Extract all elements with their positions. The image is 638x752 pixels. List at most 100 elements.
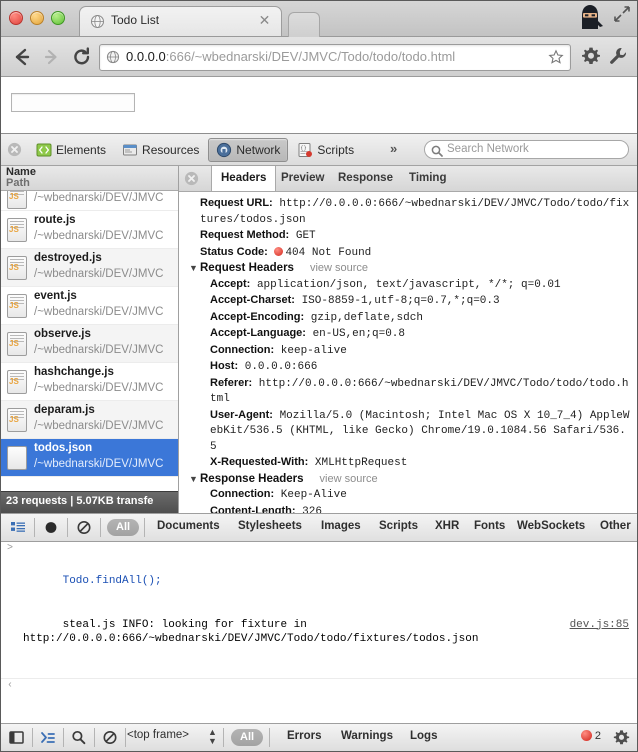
table-row[interactable]: JS route.js /~wbednarski/DEV/JMVC bbox=[1, 211, 178, 249]
clear-icon[interactable] bbox=[75, 519, 93, 536]
header-value: 326 bbox=[302, 505, 322, 514]
request-path: /~wbednarski/DEV/JMVC bbox=[34, 230, 164, 242]
request-name: destroyed.js bbox=[34, 252, 102, 264]
header-item: X-Requested-With: XMLHttpRequest bbox=[187, 455, 631, 472]
request-headers-view-source[interactable]: view source bbox=[310, 262, 368, 274]
table-row[interactable]: JS event.js /~wbednarski/DEV/JMVC bbox=[1, 287, 178, 325]
header-value: application/json, text/javascript, */*; … bbox=[256, 278, 561, 291]
request-url-row: Request URL: http://0.0.0.0:666/~wbednar… bbox=[187, 196, 631, 228]
filter-all-button[interactable]: All bbox=[107, 519, 140, 536]
header-item: Referer: http://0.0.0.0:666/~wbednarski/… bbox=[187, 376, 631, 408]
larger-rows-icon[interactable] bbox=[9, 519, 27, 536]
tab-network-label: Network bbox=[236, 142, 281, 157]
minimize-window-dot[interactable] bbox=[30, 11, 44, 25]
triangle-down-icon[interactable]: ▼ bbox=[189, 261, 198, 277]
filter-stylesheets[interactable]: Stylesheets bbox=[238, 520, 302, 532]
new-tab-button[interactable] bbox=[288, 12, 320, 37]
divider bbox=[223, 728, 224, 747]
close-icon[interactable]: ✕ bbox=[258, 13, 271, 27]
forward-arrow-icon[interactable] bbox=[41, 46, 63, 68]
bookmark-star-icon[interactable] bbox=[548, 49, 564, 65]
console-info-text: steal.js INFO: looking for fixture in ht… bbox=[23, 618, 479, 646]
zoom-window-dot[interactable] bbox=[51, 11, 65, 25]
tab-preview[interactable]: Preview bbox=[272, 166, 333, 191]
ninja-extension-icon[interactable] bbox=[575, 3, 605, 35]
address-bar-path: :666/~wbednarski/DEV/JMVC/Todo/todo/todo… bbox=[165, 49, 456, 64]
back-arrow-icon[interactable] bbox=[11, 46, 33, 68]
header-key: Connection: bbox=[210, 488, 275, 500]
tab-scripts[interactable]: {} Scripts bbox=[290, 138, 361, 162]
status-code-label: Status Code: bbox=[200, 245, 268, 258]
dock-icon[interactable] bbox=[8, 729, 26, 746]
header-value: keep-alive bbox=[280, 344, 347, 357]
close-icon[interactable] bbox=[184, 171, 199, 186]
table-row[interactable]: JS observe.js /~wbednarski/DEV/JMVC bbox=[1, 325, 178, 363]
browser-titlebar: Todo List ✕ bbox=[1, 1, 637, 37]
response-headers-section[interactable]: ▼ Response Headers view source bbox=[187, 472, 631, 488]
error-count-badge[interactable]: 2 bbox=[580, 730, 601, 742]
console-icon[interactable] bbox=[39, 729, 57, 746]
browser-tab[interactable]: Todo List ✕ bbox=[79, 6, 282, 36]
header-item: Accept-Language: en-US,en;q=0.8 bbox=[187, 326, 631, 343]
response-headers-view-source[interactable]: view source bbox=[320, 473, 378, 485]
column-header-path: Path bbox=[6, 177, 30, 189]
wrench-icon[interactable] bbox=[608, 46, 628, 66]
address-bar[interactable]: 0.0.0.0:666/~wbednarski/DEV/JMVC/Todo/to… bbox=[99, 44, 571, 71]
filter-scripts[interactable]: Scripts bbox=[379, 520, 418, 532]
filter-images[interactable]: Images bbox=[321, 520, 361, 532]
panels-overflow-button[interactable]: » bbox=[390, 141, 397, 157]
filter-xhr[interactable]: XHR bbox=[435, 520, 459, 532]
table-row[interactable]: JS /~wbednarski/DEV/JMVC bbox=[1, 191, 178, 211]
console-filter-logs[interactable]: Logs bbox=[410, 730, 437, 742]
request-headers-section[interactable]: ▼ Request Headers view source bbox=[187, 261, 631, 277]
gear-icon[interactable] bbox=[581, 46, 601, 66]
request-path: /~wbednarski/DEV/JMVC bbox=[34, 458, 164, 470]
header-value: http://0.0.0.0:666/~wbednarski/DEV/JMVC/… bbox=[210, 377, 629, 406]
network-summary-text: 23 requests | 5.07KB transfe bbox=[6, 495, 154, 507]
table-row[interactable]: JS destroyed.js /~wbednarski/DEV/JMVC bbox=[1, 249, 178, 287]
header-value: gzip,deflate,sdch bbox=[310, 311, 423, 324]
request-path: /~wbednarski/DEV/JMVC bbox=[34, 268, 164, 280]
network-summary-bar: 23 requests | 5.07KB transfe bbox=[1, 491, 178, 513]
console-filter-warnings[interactable]: Warnings bbox=[341, 730, 393, 742]
network-rows[interactable]: JS /~wbednarski/DEV/JMVC JS route.js /~w… bbox=[1, 191, 178, 491]
gear-icon[interactable] bbox=[613, 729, 630, 746]
triangle-down-icon[interactable]: ▼ bbox=[189, 472, 198, 488]
network-request-list: Name Path JS /~wbednarski/DEV/JMVC JS ro… bbox=[1, 166, 179, 513]
fullscreen-icon[interactable] bbox=[613, 5, 631, 23]
tab-response[interactable]: Response bbox=[329, 166, 402, 191]
close-icon[interactable] bbox=[7, 142, 22, 157]
filter-fonts[interactable]: Fonts bbox=[474, 520, 505, 532]
table-row[interactable]: todos.json /~wbednarski/DEV/JMVC bbox=[1, 439, 178, 477]
frame-selector[interactable]: <top frame> bbox=[127, 729, 189, 741]
todo-text-input[interactable] bbox=[11, 93, 135, 112]
filter-documents[interactable]: Documents bbox=[157, 520, 220, 532]
filter-websockets[interactable]: WebSockets bbox=[517, 520, 585, 532]
console-filter-errors[interactable]: Errors bbox=[287, 730, 322, 742]
console-statusbar: <top frame> ▲ ▼ All Errors Warnings Logs … bbox=[1, 723, 637, 751]
json-file-icon bbox=[7, 446, 27, 470]
console-source-link[interactable]: dev.js:85 bbox=[570, 618, 629, 633]
reload-icon[interactable] bbox=[71, 46, 93, 68]
table-row[interactable]: JS deparam.js /~wbednarski/DEV/JMVC bbox=[1, 401, 178, 439]
divider bbox=[144, 518, 145, 537]
divider bbox=[34, 518, 35, 537]
close-window-dot[interactable] bbox=[9, 11, 23, 25]
clear-icon[interactable] bbox=[101, 729, 119, 746]
header-item: Accept-Charset: ISO-8859-1,utf-8;q=0.7,*… bbox=[187, 293, 631, 310]
js-file-icon: JS bbox=[7, 294, 27, 318]
record-icon[interactable] bbox=[42, 519, 60, 536]
search-icon[interactable] bbox=[70, 729, 88, 746]
tab-network[interactable]: Network bbox=[208, 137, 289, 162]
tab-resources[interactable]: Resources bbox=[115, 138, 206, 162]
filter-other[interactable]: Other bbox=[600, 520, 631, 532]
table-row[interactable]: JS hashchange.js /~wbednarski/DEV/JMVC bbox=[1, 363, 178, 401]
tab-timing[interactable]: Timing bbox=[400, 166, 455, 191]
tab-elements-label: Elements bbox=[56, 142, 107, 157]
tab-headers[interactable]: Headers bbox=[211, 166, 277, 191]
search-network-field[interactable]: Search Network bbox=[424, 140, 629, 159]
console-panel[interactable]: > Todo.findAll(); steal.js INFO: looking… bbox=[1, 542, 637, 708]
console-filter-all[interactable]: All bbox=[231, 729, 264, 746]
tab-elements[interactable]: Elements bbox=[29, 138, 113, 162]
updown-arrows-icon[interactable]: ▲ ▼ bbox=[208, 728, 217, 746]
